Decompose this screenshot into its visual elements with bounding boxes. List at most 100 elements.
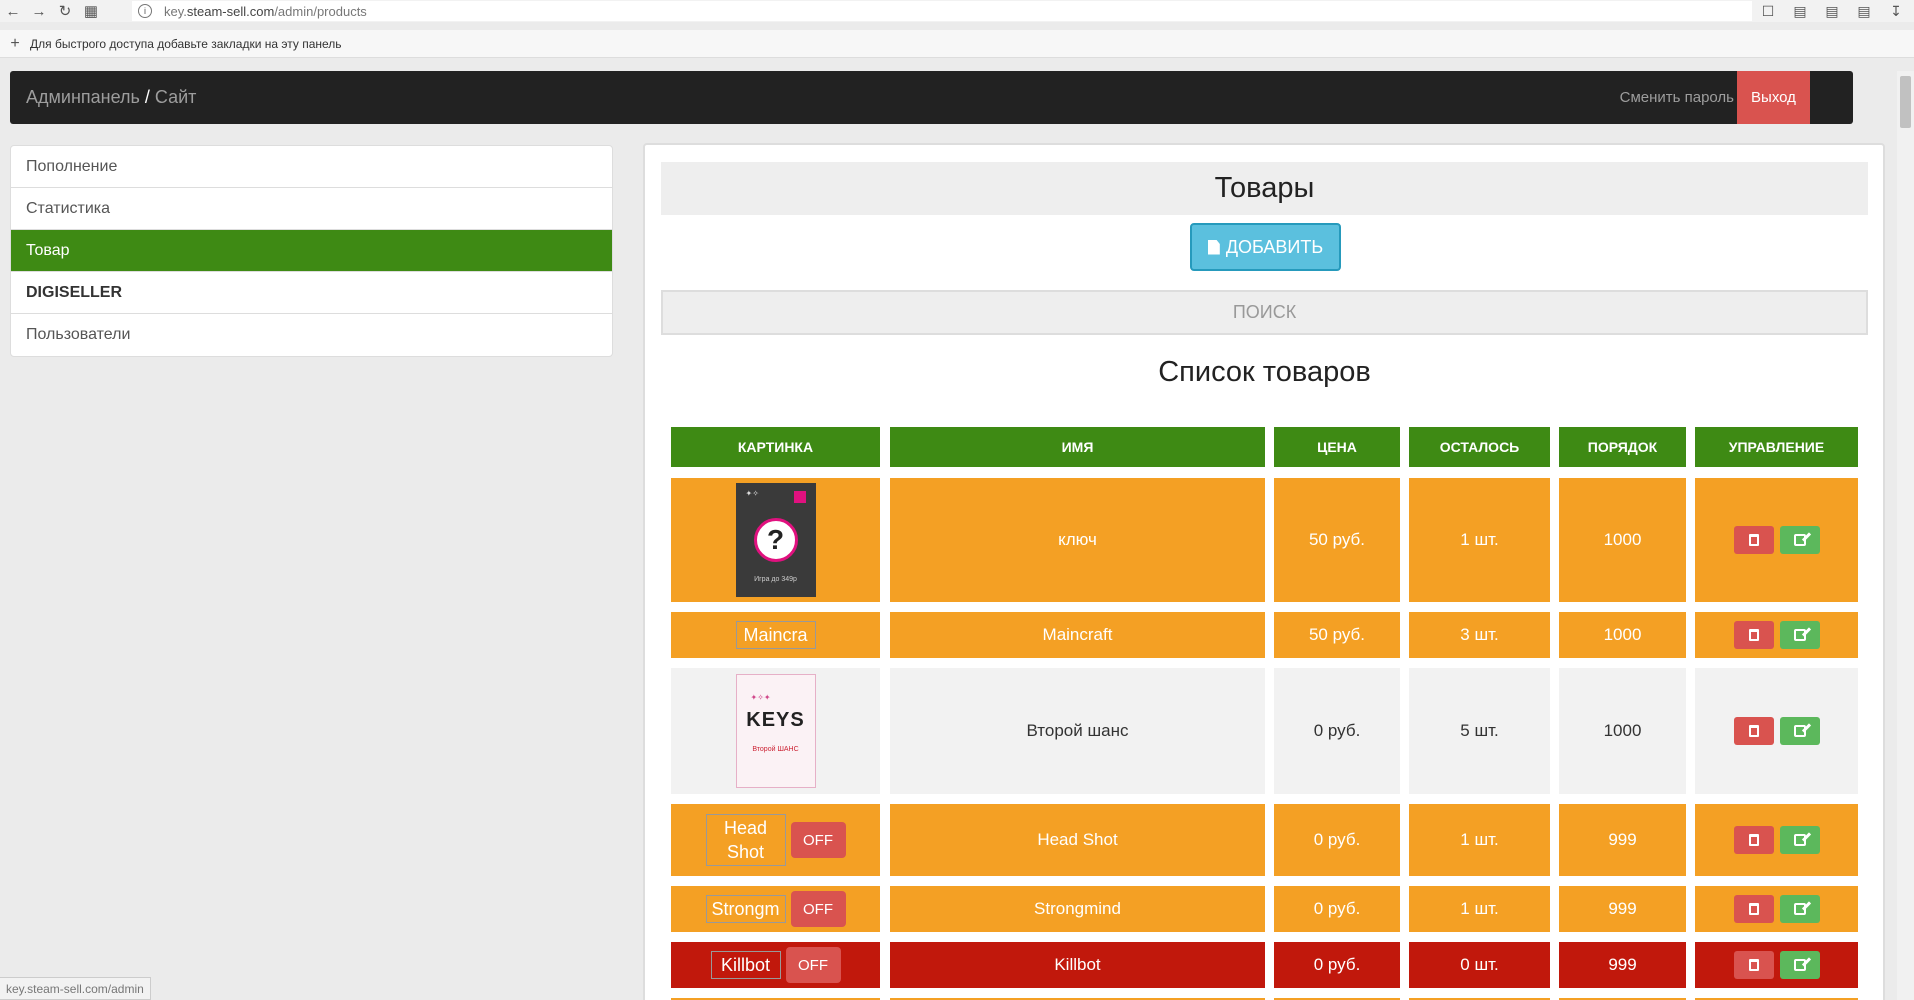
bookmarks-bar: + Для быстрого доступа добавьте закладки… bbox=[0, 30, 1914, 58]
brand-separator: / bbox=[144, 87, 150, 107]
column-header-controls: УПРАВЛЕНИЕ bbox=[1695, 427, 1858, 467]
table-row-image-cell: Strongm OFF bbox=[671, 886, 880, 932]
edit-icon bbox=[1793, 534, 1806, 546]
page-scrollbar[interactable] bbox=[1897, 71, 1914, 1000]
url-host: steam-sell.com bbox=[186, 3, 275, 19]
column-header-price: ЦЕНА bbox=[1274, 427, 1400, 467]
column-header-order: ПОРЯДОК bbox=[1559, 427, 1686, 467]
edit-icon bbox=[1793, 959, 1806, 971]
exit-button[interactable]: Выход bbox=[1737, 71, 1810, 124]
edit-button[interactable] bbox=[1779, 826, 1820, 854]
edit-icon bbox=[1793, 629, 1806, 641]
sidebar-item-replenishment[interactable]: Пополнение bbox=[11, 146, 612, 188]
edit-button[interactable] bbox=[1779, 621, 1820, 649]
off-toggle-button[interactable]: OFF bbox=[790, 822, 846, 858]
address-bar[interactable]: i key.steam-sell.com/admin/products bbox=[132, 1, 1752, 21]
product-order: 999 bbox=[1559, 886, 1686, 932]
column-header-name: ИМЯ bbox=[890, 427, 1265, 467]
product-image: ✦✧✦ KEYS Второй ШАНС bbox=[735, 674, 816, 788]
forward-arrow-icon[interactable]: → bbox=[26, 0, 52, 22]
table-row-image-cell: ✦✧ ? Игра до 349р bbox=[671, 478, 880, 602]
plus-icon[interactable]: + bbox=[0, 35, 30, 53]
add-button-label: ДОБАВИТЬ bbox=[1225, 236, 1324, 257]
reload-icon[interactable]: ↻ bbox=[52, 0, 78, 22]
product-left: 5 шт. bbox=[1409, 668, 1550, 794]
row-controls bbox=[1695, 612, 1858, 658]
change-password-link[interactable]: Сменить пароль bbox=[1620, 71, 1734, 124]
row-controls bbox=[1695, 668, 1858, 794]
image-caption: Игра до 349р bbox=[754, 576, 797, 583]
product-price: 0 руб. bbox=[1274, 942, 1400, 988]
products-panel: Товары ДОБАВИТЬ ПОИСК Список товаров КАР… bbox=[643, 143, 1885, 1000]
image-title: KEYS bbox=[746, 709, 805, 731]
product-name: Maincraft bbox=[890, 612, 1265, 658]
product-order: 999 bbox=[1559, 804, 1686, 876]
delete-button[interactable] bbox=[1733, 826, 1774, 854]
browser-status-bar: key.steam-sell.com/admin bbox=[0, 977, 151, 1000]
product-price: 50 руб. bbox=[1274, 612, 1400, 658]
row-controls bbox=[1695, 804, 1858, 876]
broken-image: Killbot bbox=[710, 951, 781, 979]
scrollbar-thumb[interactable] bbox=[1900, 76, 1911, 128]
document-icon[interactable]: ▤ bbox=[1790, 1, 1810, 21]
info-icon[interactable]: i bbox=[138, 4, 152, 18]
broken-image: Head Shot bbox=[705, 814, 786, 866]
document-icon[interactable]: ▤ bbox=[1822, 1, 1842, 21]
edit-icon bbox=[1793, 725, 1806, 737]
brand-admin-link[interactable]: Админпанель bbox=[26, 87, 140, 108]
document-icon[interactable]: ▤ bbox=[1854, 1, 1874, 21]
product-left: 1 шт. bbox=[1409, 804, 1550, 876]
product-left: 0 шт. bbox=[1409, 942, 1550, 988]
edit-icon bbox=[1793, 834, 1806, 846]
back-arrow-icon[interactable]: ← bbox=[0, 0, 26, 22]
sidebar-item-statistics[interactable]: Статистика bbox=[11, 188, 612, 230]
bookmark-star-icon[interactable]: ☐ bbox=[1758, 1, 1778, 21]
decorative-glyphs: ✦✧ bbox=[745, 489, 759, 498]
add-product-button[interactable]: ДОБАВИТЬ bbox=[1190, 223, 1341, 271]
delete-button[interactable] bbox=[1733, 951, 1774, 979]
delete-button[interactable] bbox=[1733, 895, 1774, 923]
document-icon bbox=[1207, 239, 1220, 255]
trash-icon bbox=[1748, 725, 1759, 737]
sidebar-item-digiseller[interactable]: DIGISELLER bbox=[11, 272, 612, 314]
page-title: Товары bbox=[661, 162, 1868, 215]
product-order: 1000 bbox=[1559, 478, 1686, 602]
search-toggle[interactable]: ПОИСК bbox=[661, 290, 1868, 335]
browser-actions: ☐ ▤ ▤ ▤ ↧ bbox=[1758, 0, 1906, 22]
row-controls bbox=[1695, 886, 1858, 932]
broken-image: Strongm bbox=[705, 895, 786, 923]
sidebar-item-product[interactable]: Товар bbox=[11, 230, 612, 272]
delete-button[interactable] bbox=[1733, 526, 1774, 554]
brand-site-link[interactable]: Сайт bbox=[155, 87, 197, 108]
off-toggle-button[interactable]: OFF bbox=[790, 891, 846, 927]
edit-button[interactable] bbox=[1779, 526, 1820, 554]
edit-button[interactable] bbox=[1779, 717, 1820, 745]
url-text: key.steam-sell.com/admin/products bbox=[164, 4, 367, 19]
edit-button[interactable] bbox=[1779, 951, 1820, 979]
image-subtitle: Второй ШАНС bbox=[752, 746, 799, 753]
off-toggle-button[interactable]: OFF bbox=[785, 947, 841, 983]
trash-icon bbox=[1748, 903, 1759, 915]
sidebar-item-users[interactable]: Пользователи bbox=[11, 314, 612, 356]
table-row-image-cell: Killbot OFF bbox=[671, 942, 880, 988]
product-order: 1000 bbox=[1559, 612, 1686, 658]
edit-button[interactable] bbox=[1779, 895, 1820, 923]
trash-icon bbox=[1748, 834, 1759, 846]
product-name: Killbot bbox=[890, 942, 1265, 988]
table-row-image-cell: Maincra bbox=[671, 612, 880, 658]
product-name: ключ bbox=[890, 478, 1265, 602]
url-path: /admin/products bbox=[274, 3, 367, 19]
row-controls bbox=[1695, 942, 1858, 988]
product-name: Head Shot bbox=[890, 804, 1265, 876]
trash-icon bbox=[1748, 534, 1759, 546]
trash-icon bbox=[1748, 959, 1759, 971]
column-header-image: КАРТИНКА bbox=[671, 427, 880, 467]
brand: Админпанель / Сайт bbox=[26, 71, 196, 124]
apps-grid-icon[interactable]: ▦ bbox=[78, 0, 104, 22]
product-left: 1 шт. bbox=[1409, 886, 1550, 932]
delete-button[interactable] bbox=[1733, 621, 1774, 649]
download-icon[interactable]: ↧ bbox=[1886, 1, 1906, 21]
decorative-glyphs: ✦✧✦ bbox=[750, 693, 771, 702]
delete-button[interactable] bbox=[1733, 717, 1774, 745]
product-image: ✦✧ ? Игра до 349р bbox=[735, 483, 816, 597]
